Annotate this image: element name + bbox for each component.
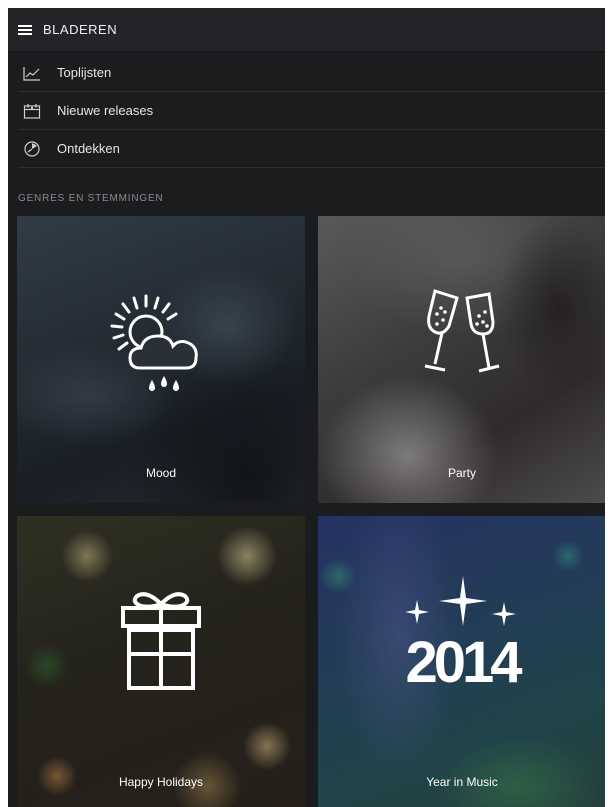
- genre-tile-year-in-music[interactable]: 2014 Year in Music: [318, 516, 605, 807]
- browse-screen: BLADEREN Toplijsten Nieuwe releases Ontd…: [8, 8, 605, 807]
- menu-item-label: Ontdekken: [57, 141, 120, 156]
- page-title: BLADEREN: [43, 22, 118, 37]
- calendar-icon: [22, 101, 42, 121]
- section-title: GENRES EN STEMMINGEN: [18, 193, 164, 204]
- top-bar: BLADEREN: [8, 8, 605, 52]
- tile-label: Mood: [145, 466, 177, 480]
- menu-item-label: Toplijsten: [57, 65, 112, 80]
- genre-tile-mood[interactable]: Mood: [17, 216, 305, 503]
- year-text: 2014: [405, 630, 522, 694]
- genre-tile-party[interactable]: Party: [318, 216, 605, 503]
- tile-label: Party: [447, 466, 476, 480]
- gift-icon: [121, 592, 201, 690]
- genre-tile-happy-holidays[interactable]: Happy Holidays: [17, 516, 305, 807]
- menu-item-ontdekken[interactable]: Ontdekken: [18, 130, 605, 168]
- menu-item-label: Nieuwe releases: [57, 103, 154, 118]
- menu-item-nieuwe-releases[interactable]: Nieuwe releases: [18, 92, 605, 130]
- champagne-glasses-icon: [424, 289, 500, 373]
- year-2014-icon: 2014: [405, 576, 526, 694]
- tile-label: Year in Music: [426, 775, 498, 789]
- sun-cloud-rain-icon: [110, 294, 198, 391]
- browse-menu: Toplijsten Nieuwe releases Ontdekken: [18, 54, 605, 168]
- chart-line-icon: [22, 63, 42, 83]
- menu-item-toplijsten[interactable]: Toplijsten: [18, 54, 605, 92]
- compass-icon: [22, 139, 42, 159]
- tile-label: Happy Holidays: [118, 775, 204, 789]
- hamburger-menu-icon[interactable]: [10, 8, 40, 51]
